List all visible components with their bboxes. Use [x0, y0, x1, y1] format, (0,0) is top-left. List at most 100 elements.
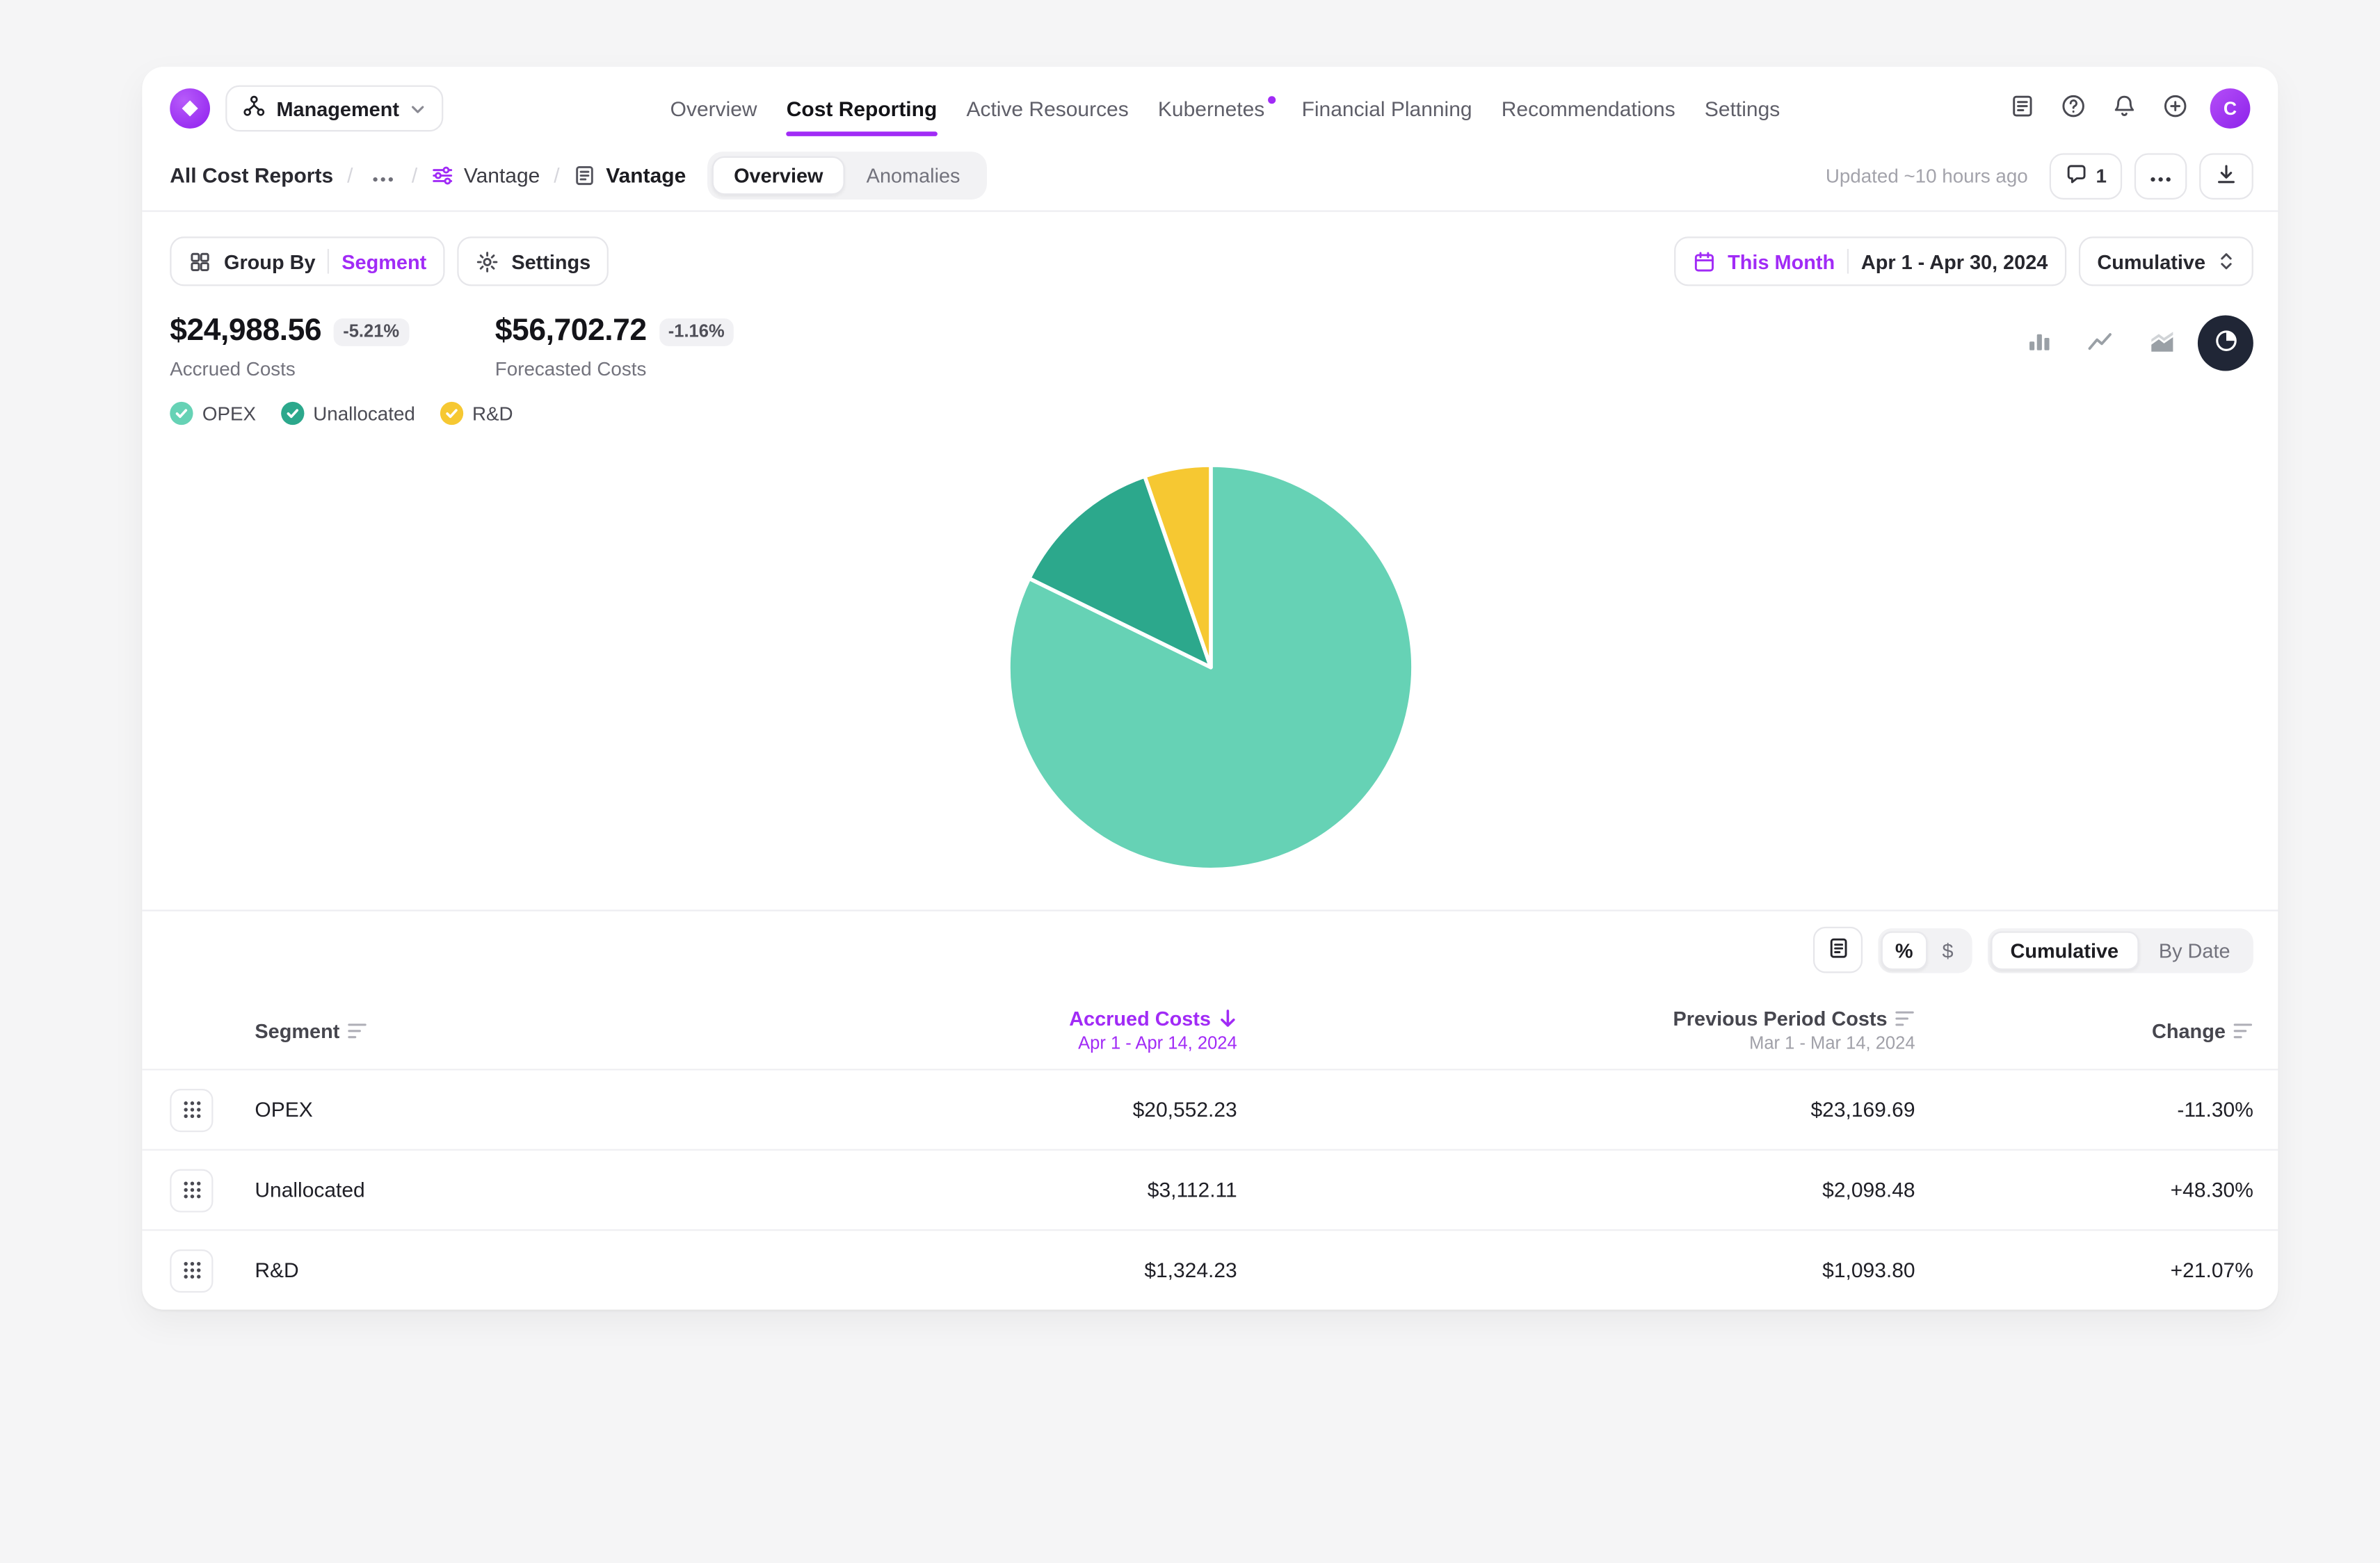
cell-segment: Unallocated	[255, 1179, 805, 1201]
table-mode-toggle: Cumulative By Date	[1987, 928, 2253, 972]
report-notes-button[interactable]	[1813, 927, 1863, 973]
forecasted-costs-delta-badge: -1.16%	[659, 318, 734, 346]
clipboard-icon	[1826, 936, 1849, 964]
mode-by-date-button[interactable]: By Date	[2139, 930, 2250, 969]
nav-item-kubernetes[interactable]: Kubernetes	[1158, 76, 1272, 140]
forecasted-costs-label: Forecasted Costs	[495, 359, 734, 380]
previous-period: Mar 1 - Mar 14, 2024	[1237, 1035, 1915, 1053]
column-header-segment[interactable]: Segment	[255, 1019, 367, 1042]
column-header-accrued-costs[interactable]: Accrued Costs	[805, 1007, 1237, 1030]
org-hierarchy-icon	[243, 95, 266, 122]
column-header-change[interactable]: Change	[1915, 1019, 2253, 1042]
notifications-button[interactable]	[2108, 90, 2141, 127]
updated-status: Updated ~10 hours ago	[1826, 165, 2028, 186]
top-nav-bar: Management Overview Cost Reporting Activ…	[142, 67, 2278, 141]
pie-chart-icon	[2212, 327, 2239, 358]
table-header-row: Segment Accrued Costs Apr 1 - Apr 14, 20…	[142, 989, 2278, 1069]
chevron-up-down-icon	[2218, 250, 2235, 272]
cell-previous: $23,169.69	[1237, 1098, 1915, 1121]
metrics-row: $24,988.56 -5.21% Accrued Costs $56,702.…	[142, 286, 2278, 380]
table-row[interactable]: OPEX $20,552.23 $23,169.69 -11.30%	[142, 1069, 2278, 1149]
chart-type-switcher	[2012, 316, 2253, 371]
breadcrumb-folder-vantage[interactable]: Vantage	[431, 164, 540, 187]
report-actions: Updated ~10 hours ago 1	[1826, 152, 2253, 199]
unit-toggle: % $	[1878, 928, 1971, 972]
nav-item-cost-reporting[interactable]: Cost Reporting	[787, 76, 938, 140]
group-by-button[interactable]: Group By Segment	[170, 236, 445, 286]
table-row[interactable]: R&D $1,324.23 $1,093.80 +21.07%	[142, 1229, 2278, 1309]
page: Management Overview Cost Reporting Activ…	[0, 67, 2380, 1563]
table-row[interactable]: Unallocated $3,112.11 $2,098.48 +48.30%	[142, 1149, 2278, 1229]
legend-swatch	[440, 402, 463, 425]
settings-button[interactable]: Settings	[458, 236, 609, 286]
cell-change: +48.30%	[1915, 1179, 2253, 1201]
sort-desc-arrow-icon	[1219, 1009, 1237, 1029]
date-range: Apr 1 - Apr 30, 2024	[1861, 250, 2048, 273]
settings-label: Settings	[511, 250, 590, 273]
notification-dot	[1268, 95, 1276, 103]
download-button[interactable]	[2199, 152, 2253, 199]
legend-item-opex[interactable]: OPEX	[170, 402, 256, 425]
legend-swatch	[281, 402, 304, 425]
line-chart-icon	[2086, 327, 2114, 359]
check-icon	[285, 407, 299, 421]
primary-nav: Overview Cost Reporting Active Resources…	[670, 76, 1780, 140]
legend-item-unallocated[interactable]: Unallocated	[281, 402, 415, 425]
column-header-previous-period-costs[interactable]: Previous Period Costs	[1237, 1007, 1915, 1030]
breadcrumb-separator: /	[554, 164, 559, 187]
help-icon	[2060, 93, 2086, 124]
pie-chart-button[interactable]	[2198, 316, 2253, 371]
nav-item-settings[interactable]: Settings	[1705, 76, 1780, 140]
chevron-down-icon	[410, 100, 426, 117]
nav-item-active-resources[interactable]: Active Resources	[966, 76, 1128, 140]
cell-change: +21.07%	[1915, 1258, 2253, 1281]
breadcrumb-all-cost-reports[interactable]: All Cost Reports	[170, 164, 333, 187]
cost-table: Segment Accrued Costs Apr 1 - Apr 14, 20…	[142, 989, 2278, 1310]
accrued-costs-delta-badge: -5.21%	[334, 318, 409, 346]
grid-dots-icon	[182, 1100, 202, 1120]
chart-canvas	[142, 425, 2278, 909]
group-by-label: Group By	[224, 250, 316, 273]
user-avatar[interactable]: C	[2210, 88, 2251, 129]
changelog-button[interactable]	[2007, 90, 2039, 127]
tab-anomalies[interactable]: Anomalies	[845, 156, 982, 195]
row-grid-handle[interactable]	[170, 1249, 213, 1292]
date-range-button[interactable]: This Month Apr 1 - Apr 30, 2024	[1673, 236, 2066, 286]
breadcrumb-collapsed-button[interactable]	[367, 161, 397, 190]
aggregation-select[interactable]: Cumulative	[2079, 236, 2253, 286]
create-new-button[interactable]	[2159, 90, 2192, 127]
logo-diamond-icon	[181, 99, 200, 118]
nav-item-overview[interactable]: Overview	[670, 76, 757, 140]
sort-icon	[2233, 1021, 2253, 1038]
tab-overview[interactable]: Overview	[712, 156, 845, 195]
nav-item-recommendations[interactable]: Recommendations	[1502, 76, 1675, 140]
vantage-logo[interactable]	[170, 88, 210, 129]
help-button[interactable]	[2057, 90, 2090, 127]
bar-chart-button[interactable]	[2012, 317, 2065, 370]
nav-item-financial-planning[interactable]: Financial Planning	[1302, 76, 1472, 140]
metric-accrued-costs: $24,988.56 -5.21% Accrued Costs	[170, 314, 408, 380]
cell-accrued: $1,324.23	[805, 1258, 1237, 1281]
bar-chart-icon	[2025, 327, 2052, 358]
group-by-value: Segment	[341, 250, 426, 273]
row-grid-handle[interactable]	[170, 1088, 213, 1131]
breadcrumb-bar: All Cost Reports / / Vantage /	[142, 141, 2278, 212]
aggregation-value: Cumulative	[2097, 250, 2205, 273]
mode-cumulative-button[interactable]: Cumulative	[1991, 930, 2139, 969]
pie-chart	[1000, 457, 1420, 877]
org-label: Management	[276, 97, 399, 120]
percent-toggle-button[interactable]: %	[1881, 930, 1927, 969]
app-card: Management Overview Cost Reporting Activ…	[142, 67, 2278, 1310]
breadcrumb-report-vantage[interactable]: Vantage	[574, 164, 686, 187]
sort-icon	[1895, 1010, 1915, 1027]
comment-icon	[2065, 162, 2088, 190]
legend-item-rd[interactable]: R&D	[440, 402, 513, 425]
line-chart-button[interactable]	[2074, 317, 2127, 370]
area-chart-button[interactable]	[2136, 317, 2189, 370]
comments-button[interactable]: 1	[2050, 152, 2122, 199]
more-actions-button[interactable]	[2134, 152, 2187, 199]
dollar-toggle-button[interactable]: $	[1927, 930, 1969, 969]
accrued-costs-value: $24,988.56	[170, 314, 321, 349]
org-switcher-button[interactable]: Management	[225, 86, 444, 132]
row-grid-handle[interactable]	[170, 1168, 213, 1211]
